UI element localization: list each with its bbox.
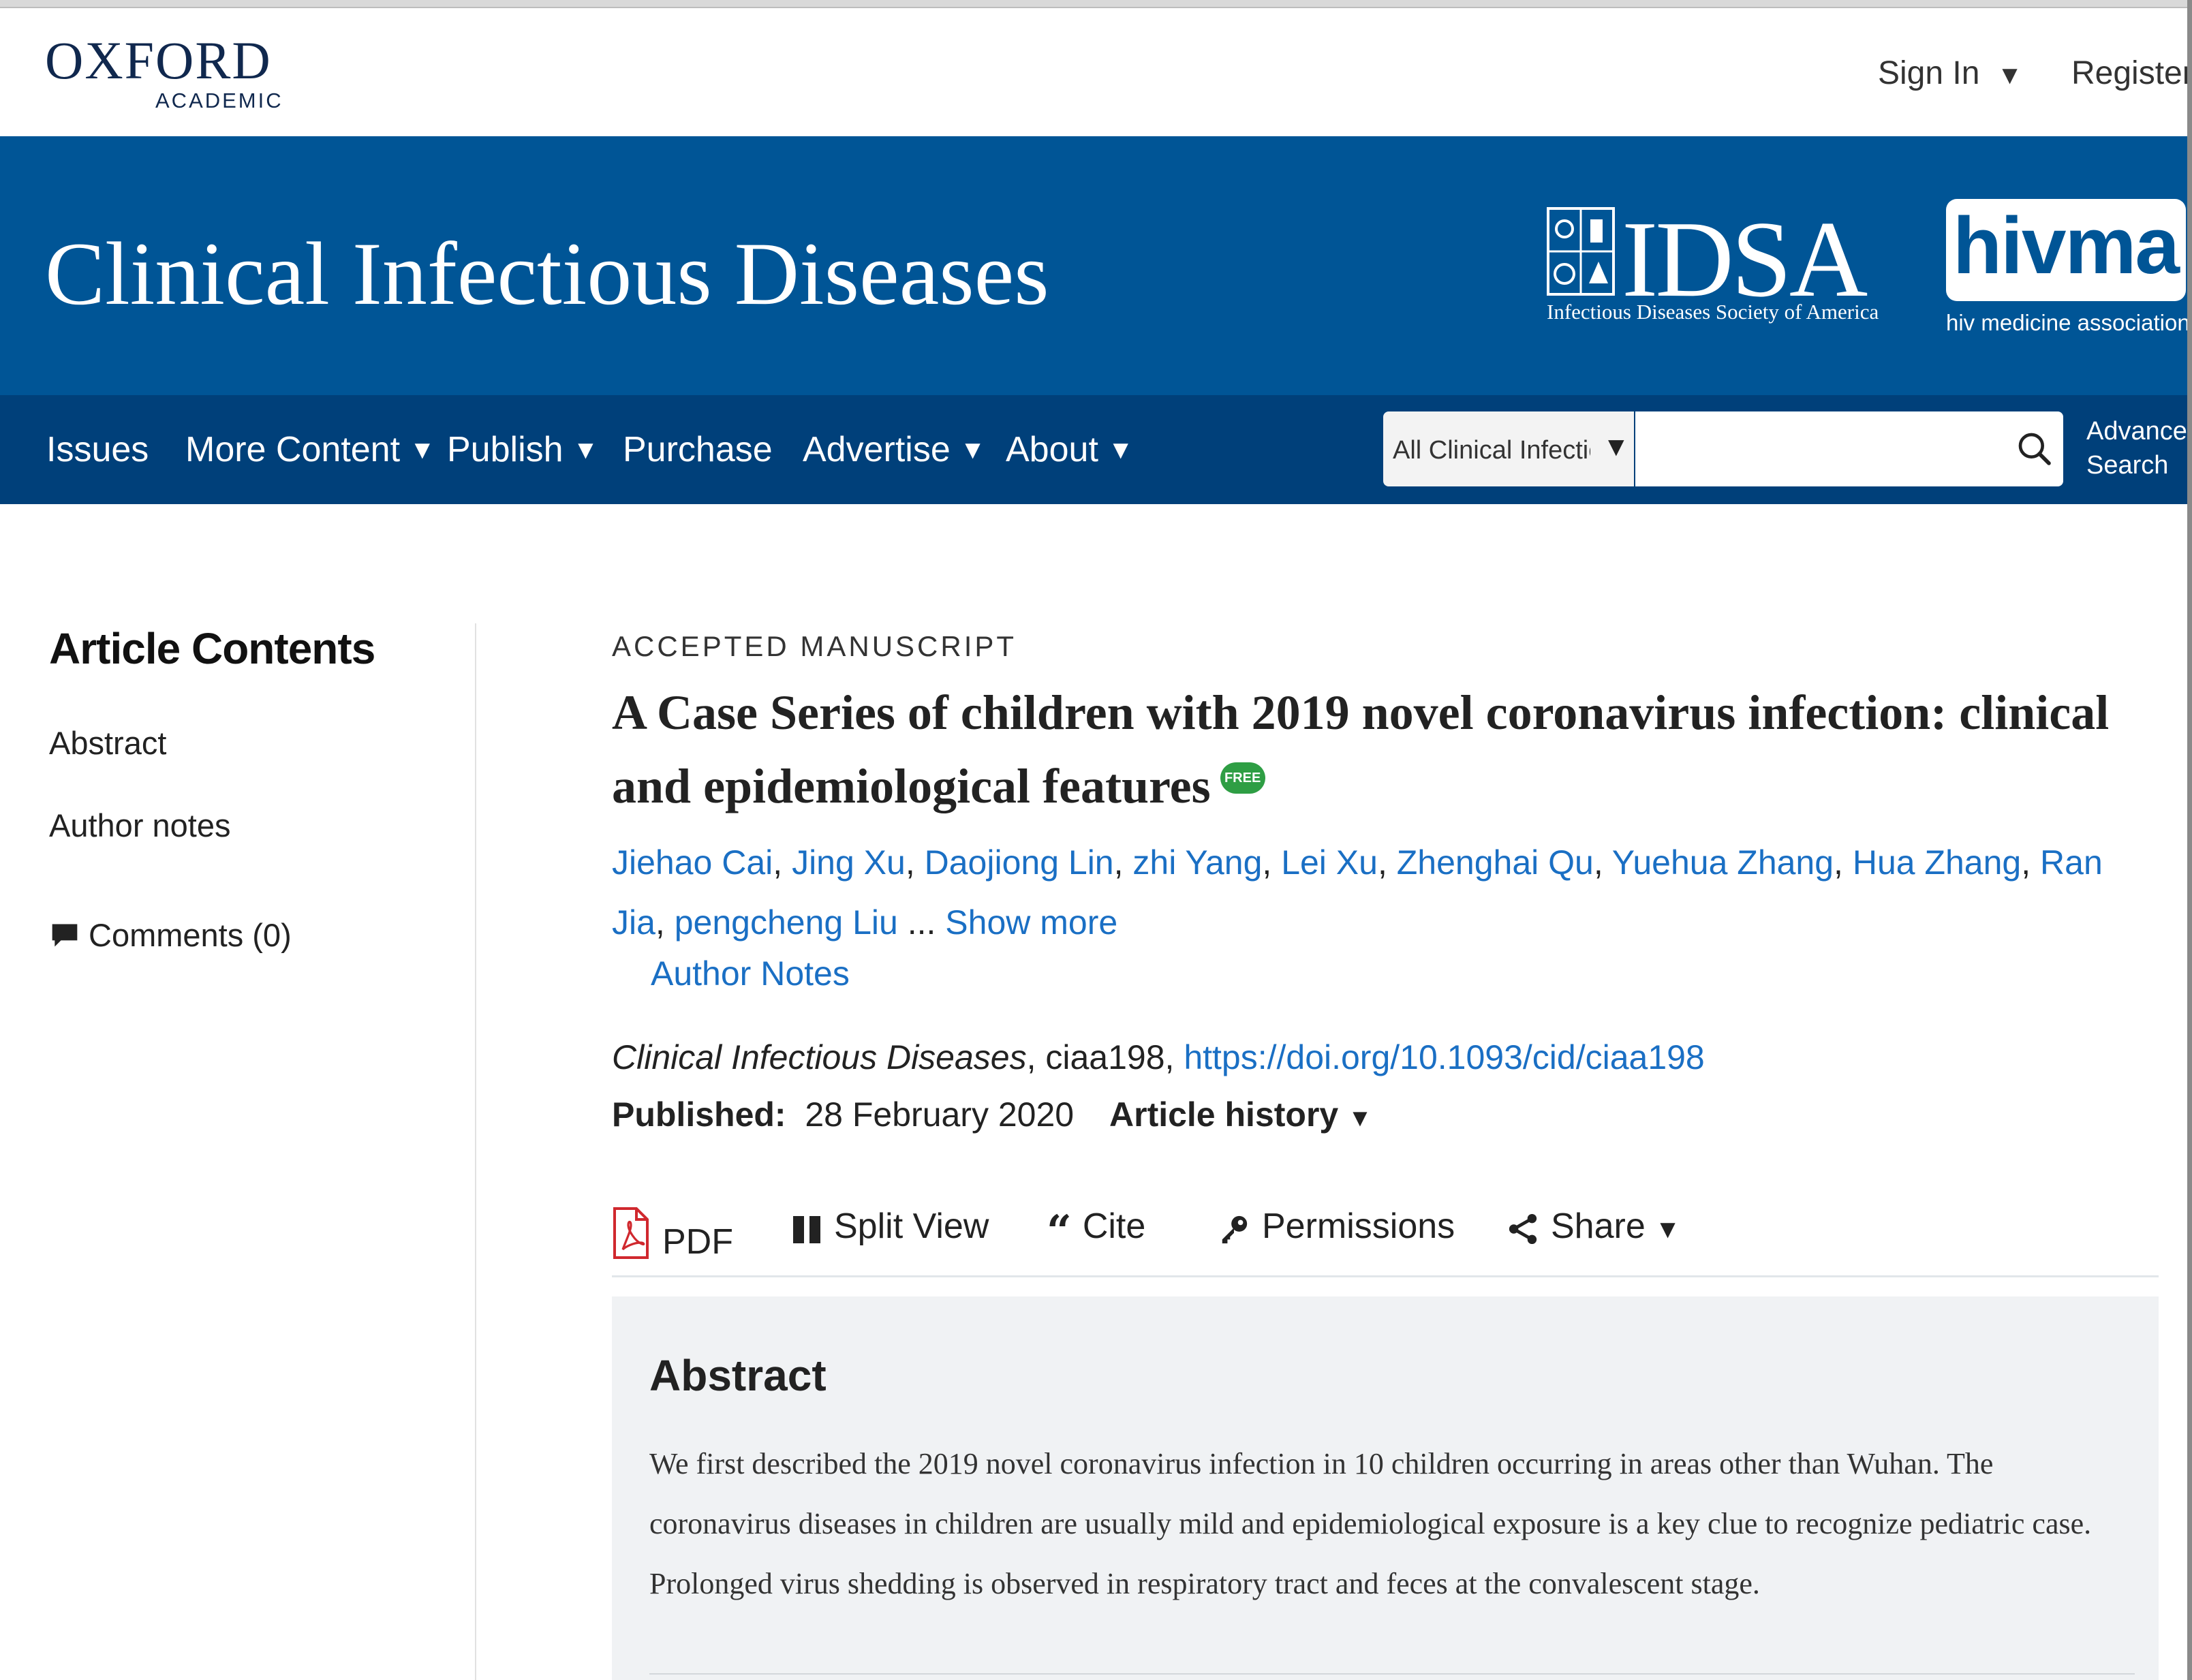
author-link[interactable]: Jiehao Cai [612,843,773,882]
published-line: Published: 28 February 2020 [612,1095,1074,1134]
journal-title[interactable]: Clinical Infectious Diseases [45,221,1049,326]
article-contents-heading: Article Contents [49,624,375,673]
toc-item-abstract[interactable]: Abstract [49,724,166,762]
search-scope-select[interactable]: All Clinical Infectious Diseases ▼ [1383,411,1634,486]
comments-link[interactable]: Comments (0) [49,916,292,954]
article-history-toggle[interactable]: Article history ▼ [1109,1095,1372,1134]
author-link[interactable]: Lei Xu [1281,843,1378,882]
author-link[interactable]: pengcheng Liu [675,903,898,942]
oxford-logo-subtitle: ACADEMIC [155,89,283,112]
citation-line: Clinical Infectious Diseases, ciaa198, h… [612,1038,1705,1077]
free-access-badge: FREE [1220,762,1265,794]
author-ellipsis: ... [907,903,936,942]
advanced-search-link[interactable]: Advanced Search [2086,414,2192,482]
oxford-academic-logo[interactable]: OXFORD ACADEMIC [45,31,283,123]
nav-more-content[interactable]: More Content ▼ [185,429,435,470]
nav-advertise[interactable]: Advertise ▼ [803,429,985,470]
idsa-emblem-icon [1547,207,1615,296]
author-link[interactable]: Jing Xu [792,843,906,882]
citation-article-id: , ciaa198, [1026,1038,1184,1076]
split-view-button[interactable]: Split View [792,1206,989,1247]
author-link[interactable]: zhi Yang [1132,843,1262,882]
share-icon [1509,1213,1537,1245]
nav-publish[interactable]: Publish ▼ [447,429,598,470]
nav-about[interactable]: About ▼ [1006,429,1134,470]
caret-down-icon: ▼ [572,436,599,465]
cite-label: Cite [1082,1207,1146,1246]
citation-journal: Clinical Infectious Diseases [612,1038,1027,1076]
quote-icon: “ [1047,1206,1072,1257]
article-type-label: ACCEPTED MANUSCRIPT [612,630,1017,662]
nav-about-label: About [1006,430,1098,469]
comments-label: Comments (0) [89,917,292,953]
search-input[interactable] [1635,411,2009,486]
caret-down-icon: ▼ [1603,432,1630,462]
caret-down-icon: ▼ [410,436,435,465]
sign-in-label: Sign In [1878,55,1980,91]
idsa-logo-word: IDSA [1622,198,1868,320]
window-edge [2187,0,2192,1680]
split-view-label: Split View [834,1207,989,1246]
search-icon [2018,433,2051,465]
author-link[interactable]: Daojiong Lin [925,843,1114,882]
oxford-logo-word: OXFORD [45,31,272,90]
permissions-button[interactable]: Permissions [1218,1206,1455,1247]
article-history-label: Article history [1109,1095,1339,1134]
nav-more-content-label: More Content [185,430,401,469]
toc-item-author-notes[interactable]: Author notes [49,807,231,844]
caret-down-icon: ▼ [959,436,986,465]
published-label: Published: [612,1095,786,1134]
caret-down-icon: ▼ [1654,1215,1681,1244]
advanced-search-line1: Advanced [2086,417,2192,446]
author-list: Jiehao Cai, Jing Xu, Daojiong Lin, zhi Y… [612,843,2103,942]
search-scope-label: All Clinical Infectious Diseases [1393,436,1590,465]
show-more-authors-link[interactable]: Show more [945,903,1117,942]
advanced-search-line2: Search [2086,451,2169,480]
browser-top-strip [0,0,2192,8]
author-notes-link[interactable]: Author Notes [651,954,850,993]
author-link[interactable]: Zhenghai Qu [1397,843,1594,882]
nav-purchase[interactable]: Purchase [623,429,773,470]
toolbar-divider [612,1275,2159,1277]
sidebar-divider [475,623,476,1680]
author-link[interactable]: Hua Zhang [1853,843,2021,882]
comment-icon [52,924,78,947]
hivma-logo[interactable]: hivma [1946,199,2186,301]
share-button[interactable]: Share ▼ [1507,1206,1680,1247]
abstract-heading: Abstract [649,1351,827,1400]
nav-purchase-label: Purchase [623,430,773,469]
doi-link[interactable]: https://doi.org/10.1093/cid/ciaa198 [1184,1038,1704,1076]
article-title-text: A Case Series of children with 2019 nove… [612,685,2110,813]
author-link[interactable]: Yuehua Zhang [1612,843,1834,882]
key-icon [1222,1215,1248,1244]
permissions-label: Permissions [1262,1207,1455,1246]
published-date: 28 February 2020 [805,1095,1075,1134]
abstract-text: We first described the 2019 novel corona… [649,1447,2092,1600]
nav-publish-label: Publish [447,430,564,469]
idsa-logo[interactable]: IDSA Infectious Diseases Society of Amer… [1547,204,1915,334]
share-label: Share [1551,1207,1646,1246]
idsa-logo-subtitle: Infectious Diseases Society of America [1547,300,1879,324]
caret-down-icon: ▼ [1996,61,2023,90]
article-title: A Case Series of children with 2019 nove… [612,676,2159,823]
pdf-label: PDF [662,1222,733,1262]
abstract-divider [649,1673,2135,1675]
pdf-icon [613,1207,649,1259]
hivma-logo-subtitle: hiv medicine association [1946,310,2190,335]
caret-down-icon: ▼ [1107,436,1134,465]
split-view-icon [793,1216,820,1243]
search-button[interactable] [2009,411,2063,486]
nav-issues-label: Issues [46,430,149,469]
nav-issues[interactable]: Issues [46,429,149,470]
sign-in-menu[interactable]: Sign In ▼ [1878,55,2022,92]
caret-down-icon: ▼ [1348,1104,1372,1132]
hivma-logo-word: hivma [1953,201,2180,291]
register-link[interactable]: Register [2071,55,2192,92]
pdf-button[interactable]: PDF [612,1206,733,1262]
nav-advertise-label: Advertise [803,430,951,469]
cite-button[interactable]: “ Cite [1047,1206,1146,1254]
